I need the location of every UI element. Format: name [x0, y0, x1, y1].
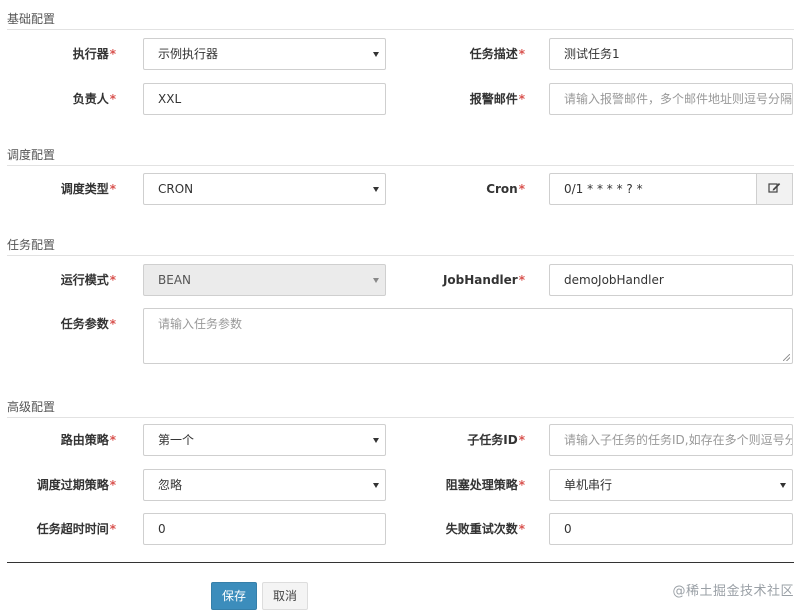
edit-icon [768, 182, 781, 197]
route-strategy-label: 路由策略* [60, 433, 116, 447]
section-title-advanced: 高级配置 [7, 397, 794, 418]
misfire-strategy-select[interactable]: 忽略 [143, 469, 386, 501]
cancel-button[interactable]: 取消 [262, 582, 309, 610]
job-param-textarea[interactable]: 请输入任务参数 [143, 308, 793, 364]
alarm-email-input[interactable]: 请输入报警邮件，多个邮件地址则逗号分隔 [549, 83, 793, 115]
section-title-basic: 基础配置 [7, 9, 794, 30]
alarm-email-label: 报警邮件* [469, 92, 525, 106]
author-label: 负责人* [72, 92, 116, 106]
fail-retry-input[interactable]: 0 [549, 513, 793, 545]
block-strategy-select[interactable]: 单机串行 [549, 469, 793, 501]
timeout-input[interactable]: 0 [143, 513, 386, 545]
job-desc-input[interactable]: 测试任务1 [549, 38, 793, 70]
timeout-label: 任务超时时间* [36, 522, 116, 536]
executor-label: 执行器* [72, 47, 116, 61]
route-strategy-select[interactable]: 第一个 [143, 424, 386, 456]
misfire-strategy-label: 调度过期策略* [36, 478, 116, 492]
watermark: @稀土掘金技术社区 [672, 584, 794, 599]
job-desc-label: 任务描述* [469, 47, 525, 61]
block-strategy-label: 阻塞处理策略* [445, 478, 525, 492]
job-param-label: 任务参数* [60, 317, 116, 331]
section-title-schedule: 调度配置 [7, 145, 794, 166]
cron-input[interactable]: 0/1 * * * * ? * [549, 173, 757, 205]
job-handler-label: JobHandler* [442, 273, 525, 287]
child-job-id-label: 子任务ID* [467, 433, 525, 447]
section-basic: 基础配置 [7, 9, 794, 30]
schedule-type-label: 调度类型* [60, 182, 116, 196]
executor-select[interactable]: 示例执行器 [143, 38, 386, 70]
form-divider [7, 562, 794, 563]
fail-retry-label: 失败重试次数* [445, 522, 525, 536]
section-title-task: 任务配置 [7, 235, 794, 256]
cron-edit-button[interactable] [757, 173, 793, 205]
glue-type-label: 运行模式* [60, 273, 116, 287]
section-advanced: 高级配置 [7, 397, 794, 418]
cron-label: Cron* [486, 182, 525, 196]
child-job-id-input[interactable]: 请输入子任务的任务ID,如存在多个则逗号分隔 [549, 424, 793, 456]
resize-handle-icon[interactable] [783, 354, 790, 361]
section-schedule: 调度配置 [7, 145, 794, 166]
job-handler-input[interactable]: demoJobHandler [549, 264, 793, 296]
section-task: 任务配置 [7, 235, 794, 256]
save-button[interactable]: 保存 [211, 582, 258, 610]
author-input[interactable]: XXL [143, 83, 386, 115]
glue-type-select[interactable]: BEAN [143, 264, 386, 296]
schedule-type-select[interactable]: CRON [143, 173, 386, 205]
